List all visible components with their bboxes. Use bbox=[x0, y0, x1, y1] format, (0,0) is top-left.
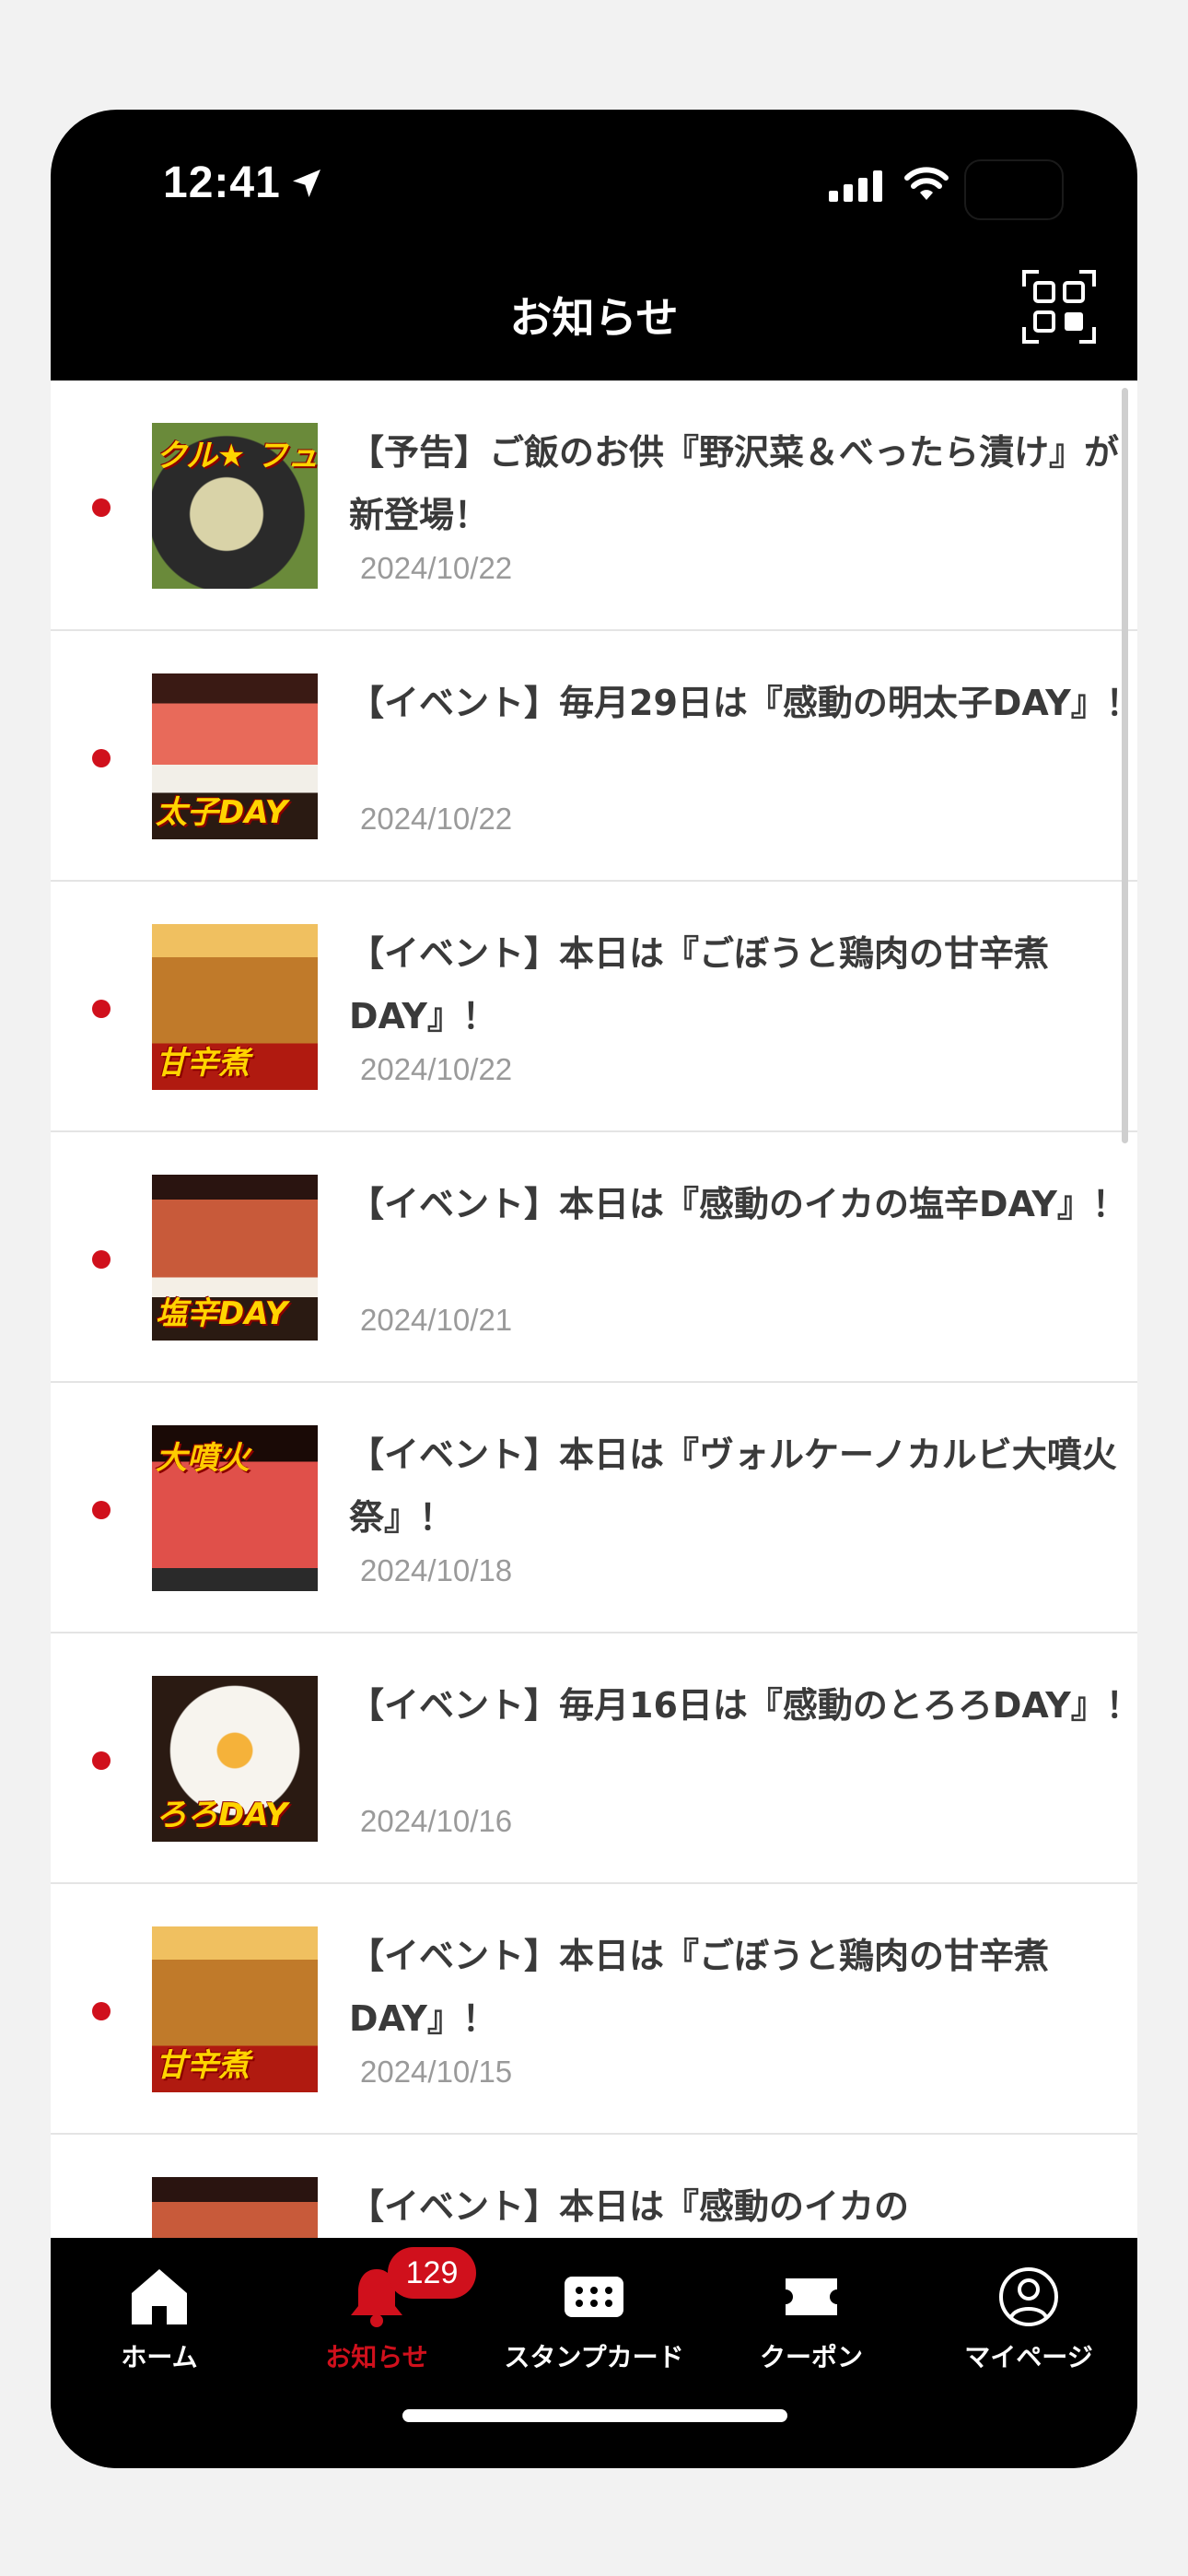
tab-mypage[interactable]: マイページ bbox=[920, 2238, 1137, 2385]
phone-screen: 12:41 お知らせ クル★ フュ 【予告】ご飯のお供『野沢菜＆べったら漬け』が… bbox=[51, 110, 1137, 2468]
thumbnail-text: 甘辛煮 bbox=[156, 2047, 250, 2084]
notification-item[interactable]: クル★ フュージ 【予告】ご飯のお供『野沢菜＆べったら漬け』が新登場！ 2024… bbox=[51, 381, 1137, 631]
notification-title: 【予告】ご飯のお供『野沢菜＆べったら漬け』が新登場！ bbox=[349, 432, 1120, 535]
notification-title: 【イベント】本日は『ごぼうと鶏肉の甘辛煮DAY』！ bbox=[349, 1936, 1050, 2039]
cellular-signal-icon bbox=[829, 170, 882, 202]
tab-label: スタンプカード bbox=[504, 2342, 684, 2372]
tab-home[interactable]: ホーム bbox=[51, 2238, 268, 2385]
notification-item[interactable]: 甘辛煮 【イベント】本日は『ごぼうと鶏肉の甘辛煮DAY』！ 2024/10/15 bbox=[51, 1884, 1137, 2135]
notification-list[interactable]: クル★ フュージ 【予告】ご飯のお供『野沢菜＆べったら漬け』が新登場！ 2024… bbox=[51, 381, 1137, 2238]
tab-label: ホーム bbox=[121, 2342, 198, 2372]
notification-item[interactable]: 太子DAY 【イベント】毎月29日は『感動の明太子DAY』！ 2024/10/2… bbox=[51, 631, 1137, 882]
tab-label: クーポン bbox=[759, 2342, 863, 2372]
thumbnail-text: 塩辛DAY bbox=[156, 1295, 288, 1332]
notification-thumbnail: クル★ フュージ bbox=[152, 423, 318, 589]
notification-item[interactable]: 大噴火 【イベント】本日は『ヴォルケーノカルビ大噴火祭』！ 2024/10/18 bbox=[51, 1383, 1137, 1633]
notification-thumbnail: 大噴火 bbox=[152, 1425, 318, 1591]
status-time: 12:41 bbox=[163, 158, 281, 207]
home-icon bbox=[132, 2269, 187, 2324]
app-header: お知らせ bbox=[51, 248, 1137, 381]
wifi-icon bbox=[904, 167, 949, 200]
notification-title: 【イベント】毎月29日は『感動の明太子DAY』！ bbox=[349, 683, 1137, 723]
notification-thumbnail: 甘辛煮 bbox=[152, 924, 318, 1090]
notification-title: 【イベント】本日は『ヴォルケーノカルビ大噴火祭』！ bbox=[349, 1434, 1117, 1538]
notification-date: 2024/10/18 bbox=[360, 1553, 513, 1587]
thumbnail-text: 太子DAY bbox=[156, 794, 288, 831]
notification-item[interactable]: ろろDAY 【イベント】毎月16日は『感動のとろろDAY』！ 2024/10/1… bbox=[51, 1633, 1137, 1884]
notification-title: 【イベント】本日は『感動のイカの塩辛DAY』！ bbox=[349, 1184, 1127, 1224]
notification-thumbnail: 甘辛煮 bbox=[152, 1926, 318, 2092]
unread-indicator bbox=[92, 1751, 111, 1770]
unread-indicator bbox=[92, 749, 111, 767]
user-profile-icon bbox=[999, 2267, 1058, 2326]
unread-indicator bbox=[92, 498, 111, 517]
thumbnail-text: 大噴火 bbox=[156, 1440, 250, 1477]
notification-item[interactable]: 【イベント】本日は『感動のイカの bbox=[51, 2135, 1137, 2238]
notification-date: 2024/10/21 bbox=[360, 1303, 513, 1337]
tab-stamp-card[interactable]: スタンプカード bbox=[485, 2238, 703, 2385]
notification-thumbnail bbox=[152, 2177, 318, 2238]
notification-date: 2024/10/22 bbox=[360, 551, 513, 585]
page-title: お知らせ bbox=[509, 293, 679, 343]
notification-date: 2024/10/22 bbox=[360, 1052, 513, 1086]
notification-thumbnail: ろろDAY bbox=[152, 1676, 318, 1842]
tab-bar: ホーム お知らせ スタンプカード クーポン マイページ 129 bbox=[51, 2238, 1137, 2468]
unread-indicator bbox=[92, 2002, 111, 2020]
notification-title: 【イベント】本日は『ごぼうと鶏肉の甘辛煮DAY』！ bbox=[349, 933, 1050, 1036]
unread-indicator bbox=[92, 1250, 111, 1269]
notification-title: 【イベント】本日は『感動のイカの bbox=[349, 2186, 910, 2227]
scrollbar[interactable] bbox=[1122, 388, 1128, 1143]
stamp-card-icon bbox=[565, 2277, 623, 2317]
thumbnail-text: クル★ フュージ bbox=[156, 438, 318, 474]
thumbnail-text: 甘辛煮 bbox=[156, 1045, 250, 1082]
location-arrow-icon bbox=[293, 170, 320, 197]
home-indicator[interactable] bbox=[402, 2409, 787, 2422]
notification-item[interactable]: 塩辛DAY 【イベント】本日は『感動のイカの塩辛DAY』！ 2024/10/21 bbox=[51, 1132, 1137, 1383]
ticket-icon bbox=[786, 2278, 837, 2315]
notification-thumbnail: 塩辛DAY bbox=[152, 1175, 318, 1341]
notification-item[interactable]: 甘辛煮 【イベント】本日は『ごぼうと鶏肉の甘辛煮DAY』！ 2024/10/22 bbox=[51, 882, 1137, 1132]
battery-indicator bbox=[964, 159, 1064, 220]
thumbnail-text: ろろDAY bbox=[156, 1797, 288, 1833]
status-bar: 12:41 bbox=[51, 110, 1137, 248]
unread-indicator bbox=[92, 1501, 111, 1519]
unread-indicator bbox=[92, 1000, 111, 1018]
tab-label: お知らせ bbox=[325, 2342, 428, 2372]
tab-coupon[interactable]: クーポン bbox=[703, 2238, 920, 2385]
notification-title: 【イベント】毎月16日は『感動のとろろDAY』！ bbox=[349, 1685, 1137, 1726]
notification-count-badge: 129 bbox=[388, 2247, 476, 2299]
tab-label: マイページ bbox=[964, 2342, 1093, 2372]
notification-thumbnail: 太子DAY bbox=[152, 673, 318, 839]
qr-code-icon[interactable] bbox=[1022, 270, 1096, 344]
notification-date: 2024/10/16 bbox=[360, 1804, 513, 1838]
notification-date: 2024/10/15 bbox=[360, 2055, 513, 2089]
notification-date: 2024/10/22 bbox=[360, 802, 513, 836]
